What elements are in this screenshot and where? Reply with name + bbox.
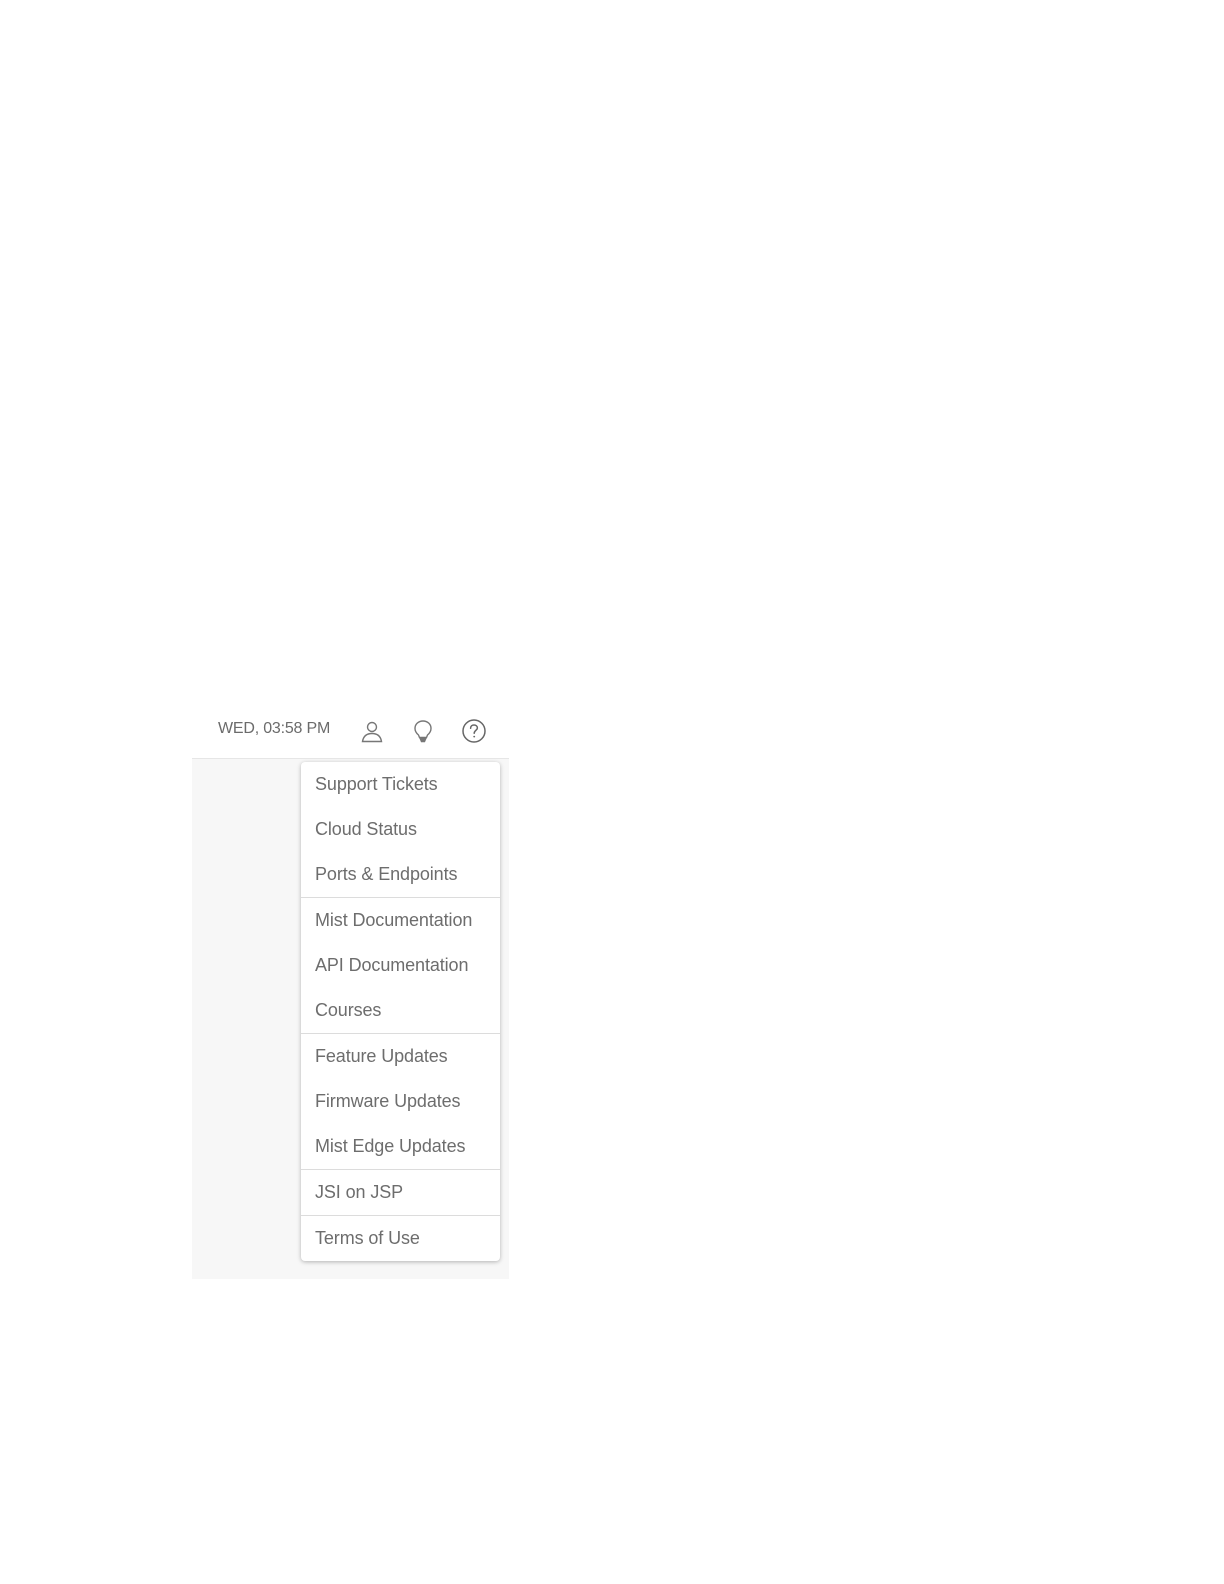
menu-item-mist-edge-updates[interactable]: Mist Edge Updates [301,1124,500,1169]
help-dropdown-menu: Support Tickets Cloud Status Ports & End… [301,762,500,1261]
menu-group-jsi: JSI on JSP [301,1169,500,1215]
menu-group-legal: Terms of Use [301,1215,500,1261]
menu-item-cloud-status[interactable]: Cloud Status [301,807,500,852]
menu-item-courses[interactable]: Courses [301,988,500,1033]
help-icon[interactable] [460,717,488,745]
menu-group-support: Support Tickets Cloud Status Ports & End… [301,762,500,897]
menu-item-jsi-on-jsp[interactable]: JSI on JSP [301,1170,500,1215]
top-bar: WED, 03:58 PM [192,706,509,759]
app-window: WED, 03:58 PM Support Tickets Cloud Stat… [192,706,509,1279]
menu-item-support-tickets[interactable]: Support Tickets [301,762,500,807]
menu-item-terms-of-use[interactable]: Terms of Use [301,1216,500,1261]
lightbulb-icon[interactable] [409,717,437,745]
menu-item-api-documentation[interactable]: API Documentation [301,943,500,988]
menu-group-documentation: Mist Documentation API Documentation Cou… [301,897,500,1033]
menu-item-ports-endpoints[interactable]: Ports & Endpoints [301,852,500,897]
user-icon[interactable] [358,717,386,745]
menu-item-mist-documentation[interactable]: Mist Documentation [301,898,500,943]
menu-item-feature-updates[interactable]: Feature Updates [301,1034,500,1079]
menu-item-firmware-updates[interactable]: Firmware Updates [301,1079,500,1124]
menu-group-updates: Feature Updates Firmware Updates Mist Ed… [301,1033,500,1169]
clock-text: WED, 03:58 PM [218,720,331,737]
